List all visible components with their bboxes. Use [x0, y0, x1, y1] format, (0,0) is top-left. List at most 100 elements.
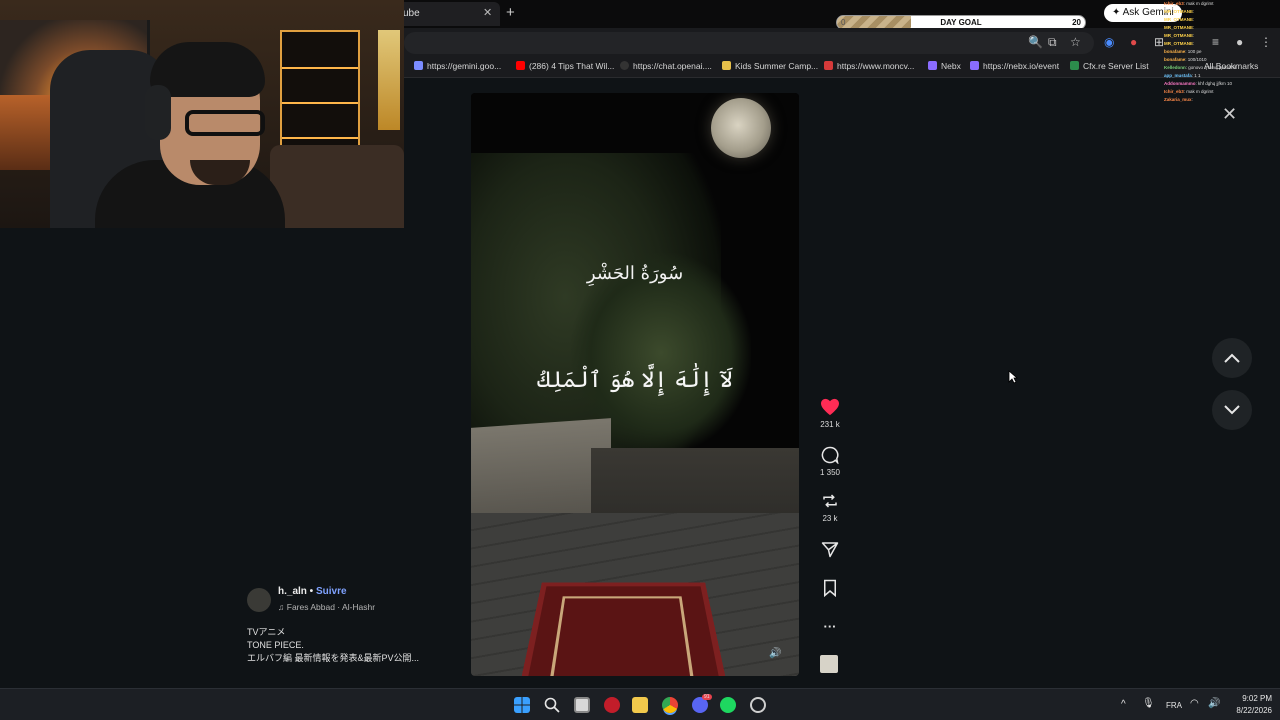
more-options-button[interactable]: ···	[810, 618, 850, 636]
previous-video-button[interactable]	[1212, 338, 1252, 378]
clock-date[interactable]: 8/22/2026	[1226, 706, 1272, 715]
repost-icon	[823, 494, 837, 508]
app-icon[interactable]	[750, 697, 766, 713]
moon-image	[711, 98, 771, 158]
chat-message: app_mustafa: 1 1	[1164, 72, 1280, 80]
caption-line: TVアニメ	[247, 627, 286, 637]
like-button[interactable]: 231 k	[810, 398, 850, 429]
extension-icon[interactable]: ●	[1130, 35, 1137, 49]
bookmark-item[interactable]: https://chat.openai....	[620, 61, 712, 71]
microphone-icon[interactable]: 🎙	[1142, 698, 1155, 709]
chevron-up-icon	[1224, 353, 1240, 363]
search-icon[interactable]	[544, 697, 560, 713]
address-bar[interactable]	[404, 32, 1094, 54]
close-icon[interactable]: ✕	[1222, 104, 1237, 125]
chat-text: :	[1193, 33, 1195, 38]
share-button[interactable]	[810, 540, 850, 558]
file-explorer-icon[interactable]	[632, 697, 648, 713]
bookmark-item[interactable]: (286) 4 Tips That Wil...	[516, 61, 614, 71]
chrome-icon[interactable]	[662, 697, 678, 713]
chat-message: MR_OTMANE:	[1164, 32, 1280, 40]
bookmark-item[interactable]: https://www.moncv...	[824, 61, 914, 71]
repost-count: 23 k	[822, 514, 838, 523]
chat-username: bonafame	[1164, 49, 1186, 54]
post-caption: TVアニメ TONE PIECE. エルバフ編 最新情報を発表&最新PV公開..…	[247, 626, 419, 665]
nebx-icon	[928, 61, 937, 70]
cfx-icon	[1070, 61, 1079, 70]
chat-text: : 100/1010	[1185, 57, 1207, 62]
bookmark-item[interactable]: Nebx	[928, 61, 961, 71]
chat-text: :	[1193, 25, 1195, 30]
bookmark-item[interactable]: https://nebx.io/event	[970, 61, 1059, 71]
chat-username: app_mustafa	[1164, 73, 1192, 78]
sound-avatar[interactable]	[820, 655, 838, 673]
chat-message: Ichir_eb3: mak m dgrimt	[1164, 0, 1280, 8]
chat-message: Kelledonn: gonovo q klmq pproof lil	[1164, 64, 1280, 72]
author-name[interactable]: h._aln	[278, 586, 307, 597]
bookmark-item[interactable]: Kids Summer Camp...	[722, 61, 818, 71]
chat-message: MR_OTMANE:	[1164, 16, 1280, 24]
audio-track-label: Fares Abbad · Al-Hashr	[286, 602, 376, 612]
wifi-icon[interactable]: ◠	[1190, 698, 1199, 709]
avatar[interactable]	[247, 588, 271, 612]
chat-message: bonafame: 100 pe	[1164, 48, 1280, 56]
extensions-puzzle-icon[interactable]: ⊞	[1154, 35, 1164, 49]
chat-username: Kelledonn	[1164, 65, 1186, 70]
chat-text: : gonovo q klmq pproof lil	[1185, 65, 1236, 70]
audio-track[interactable]: ♫ Fares Abbad · Al-Hashr	[278, 602, 375, 612]
spotify-icon[interactable]	[720, 697, 736, 713]
chat-username: Zakaria_mux	[1164, 97, 1192, 102]
chat-message: Ichir_eb3: mak m dgrimt	[1164, 88, 1280, 96]
volume-icon[interactable]: 🔊	[1208, 698, 1220, 709]
chevron-up-icon[interactable]: ^	[1121, 699, 1126, 710]
chat-text: : 100 pe	[1185, 49, 1202, 54]
bookmark-icon	[824, 579, 836, 597]
separator: •	[306, 586, 316, 597]
chat-username: Ichir_eb3	[1164, 1, 1184, 6]
install-app-icon[interactable]: ⧉	[1048, 35, 1057, 50]
headphones-icon	[145, 85, 171, 140]
follow-button[interactable]: Suivre	[316, 586, 347, 597]
chat-text: :	[1193, 9, 1195, 14]
zoom-icon[interactable]: 🔍	[1028, 35, 1043, 49]
caption-line[interactable]: エルバフ編 最新情報を発表&最新PV公開...	[247, 652, 419, 665]
hex-lights-image	[378, 30, 400, 130]
clock-time[interactable]: 9:02 PM	[1232, 694, 1272, 703]
comment-icon	[821, 446, 839, 464]
extension-icon[interactable]: ◉	[1104, 35, 1114, 49]
glasses	[185, 110, 265, 136]
mouse-cursor-icon	[1008, 370, 1018, 384]
more-icon: ···	[823, 619, 837, 634]
speaker-icon[interactable]: 🔊	[769, 648, 781, 659]
repost-button[interactable]: 23 k	[810, 492, 850, 523]
comment-button[interactable]: 1 350	[810, 446, 850, 477]
new-tab-button[interactable]: +	[506, 4, 515, 21]
day-goal-target: 20	[1072, 18, 1081, 27]
chat-username: Addonmammo	[1164, 81, 1196, 86]
task-view-icon[interactable]	[574, 697, 590, 713]
share-icon	[821, 542, 839, 558]
day-goal-label: DAY GOAL	[940, 18, 982, 27]
chat-username: Ichir_eb3	[1164, 89, 1184, 94]
bookmark-item[interactable]: https://gemini.goo...	[414, 61, 501, 71]
app-icon[interactable]	[604, 697, 620, 713]
chat-message: MR_OTMANE:	[1164, 24, 1280, 32]
windows-start-icon[interactable]	[514, 697, 530, 713]
save-button[interactable]	[810, 579, 850, 597]
music-note-icon: ♫	[278, 602, 287, 612]
video-player[interactable]: سُورَةُ الحَشْرِ لَآ إِلَٰهَ إِلَّا هُوَ…	[471, 93, 799, 676]
chat-username: MR_OTMANE	[1164, 17, 1193, 22]
bookmark-star-icon[interactable]: ☆	[1070, 35, 1081, 49]
tab-close-icon[interactable]: ✕	[483, 6, 492, 19]
chat-text: :	[1191, 97, 1193, 102]
next-video-button[interactable]	[1212, 390, 1252, 430]
caption-line: TONE PIECE.	[247, 640, 304, 650]
chat-text: : 1 1	[1191, 73, 1201, 78]
stone-wall-image	[471, 418, 611, 528]
chat-text: :	[1193, 41, 1195, 46]
nebx-icon	[970, 61, 979, 70]
language-indicator[interactable]: FRA	[1166, 701, 1182, 710]
prayer-rug-image	[516, 582, 731, 676]
bookmark-item[interactable]: Cfx.re Server List	[1070, 61, 1149, 71]
camp-icon	[722, 61, 731, 70]
